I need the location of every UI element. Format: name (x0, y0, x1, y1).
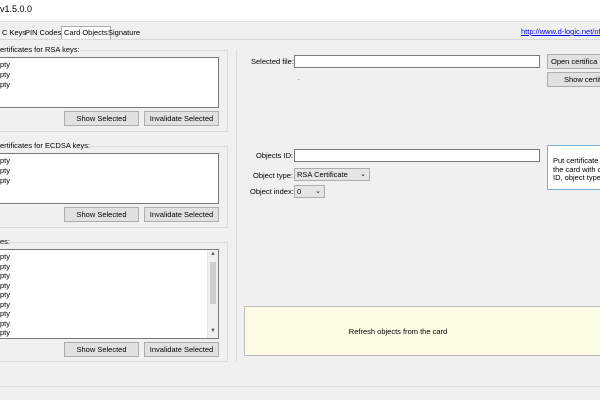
object-id-input[interactable] (294, 149, 540, 162)
refresh-objects-button[interactable]: Refresh objects from the card (244, 306, 600, 356)
tab-signature[interactable]: Signature (106, 27, 142, 39)
tab-panel-border (0, 39, 600, 40)
object-type-value: RSA Certificate (297, 170, 348, 179)
keys-list[interactable]: pty pty pty pty pty pty pty pty pty ▲ ▼ (0, 249, 219, 339)
tab-card-objects[interactable]: Card Objects (61, 26, 111, 39)
object-id-label: Objects ID: (256, 151, 294, 160)
list-item[interactable]: pty (0, 281, 10, 290)
info-message-box: Put certificate fro the card with de ID,… (547, 145, 600, 190)
scroll-down-icon[interactable]: ▼ (208, 328, 218, 334)
status-bar (0, 386, 600, 400)
keys-group-label: es: (0, 237, 11, 246)
list-item[interactable]: pty (0, 262, 10, 271)
selected-file-input[interactable] (294, 55, 540, 68)
list-item[interactable]: pty (0, 271, 10, 280)
keys-invalidate-selected-button[interactable]: Invalidate Selected (144, 342, 219, 357)
keys-show-selected-button[interactable]: Show Selected (64, 342, 139, 357)
scroll-up-icon[interactable]: ▲ (208, 251, 218, 257)
object-type-label: Object type: (253, 171, 294, 180)
list-item[interactable]: pty (0, 328, 10, 337)
refresh-objects-label: Refresh objects from the card (348, 327, 448, 336)
object-index-label: Object index: (250, 187, 294, 196)
chevron-down-icon: ⌄ (315, 188, 321, 195)
window-title: v1.5.0.0 (0, 4, 33, 14)
list-item[interactable]: pty (0, 309, 10, 318)
tab-strip: C Keys PIN Codes Card Objects Signature (0, 26, 600, 40)
rsa-group-label: ertificates for RSA keys: (0, 45, 80, 54)
rsa-invalidate-selected-button[interactable]: Invalidate Selected (144, 111, 219, 126)
rsa-show-selected-button[interactable]: Show Selected (64, 111, 139, 126)
chevron-down-icon: ⌄ (360, 171, 366, 178)
file-info-dot: . (298, 76, 300, 82)
list-item[interactable]: pty (0, 176, 10, 185)
object-index-select[interactable]: 0 ⌄ (294, 185, 325, 198)
open-certificate-button[interactable]: Open certifica (547, 54, 600, 69)
object-type-select[interactable]: RSA Certificate ⌄ (294, 168, 370, 181)
title-bar: v1.5.0.0 (0, 0, 600, 22)
list-item[interactable]: pty (0, 290, 10, 299)
list-item[interactable]: pty (0, 80, 10, 89)
list-item[interactable]: pty (0, 70, 10, 79)
rsa-certificates-list[interactable]: pty pty pty (0, 57, 219, 108)
list-item[interactable]: pty (0, 252, 10, 261)
ecdsa-show-selected-button[interactable]: Show Selected (64, 207, 139, 222)
scroll-thumb[interactable] (210, 262, 216, 304)
website-link[interactable]: http://www.d-logic.net/nfc- (521, 27, 600, 36)
panel-divider (236, 50, 237, 362)
ecdsa-group-label: ertificates for ECDSA keys: (0, 141, 91, 150)
list-item[interactable]: pty (0, 319, 10, 328)
object-index-value: 0 (297, 187, 302, 196)
tab-pin-codes[interactable]: PIN Codes (23, 27, 63, 39)
list-item[interactable]: pty (0, 300, 10, 309)
info-line: ID, object type a (553, 173, 600, 182)
show-certificate-button[interactable]: Show certifi (547, 72, 600, 87)
list-item[interactable]: pty (0, 166, 10, 175)
keys-list-scrollbar[interactable]: ▲ ▼ (207, 250, 218, 338)
list-item[interactable]: pty (0, 60, 10, 69)
ecdsa-invalidate-selected-button[interactable]: Invalidate Selected (144, 207, 219, 222)
selected-file-label: Selected file: (251, 57, 294, 66)
list-item[interactable]: pty (0, 156, 10, 165)
ecdsa-certificates-list[interactable]: pty pty pty (0, 153, 219, 204)
